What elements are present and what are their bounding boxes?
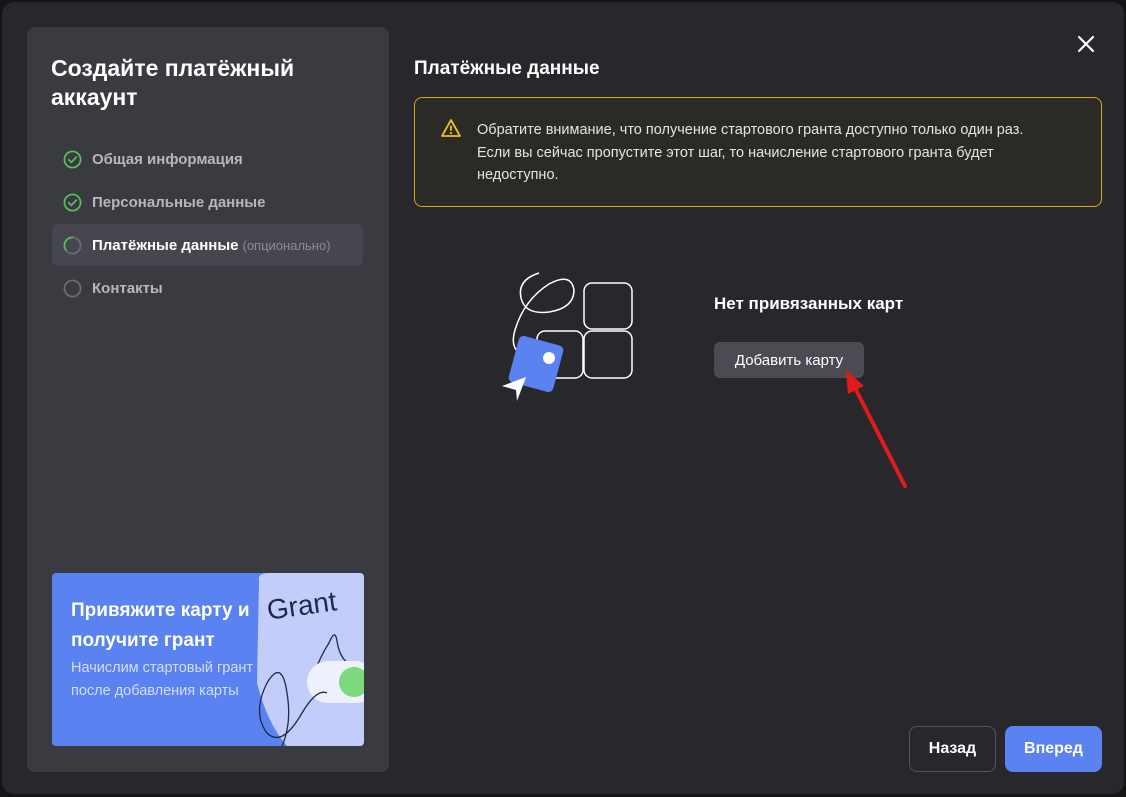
sidebar-title: Создайте платёжный аккаунт: [51, 55, 295, 110]
empty-circle-icon: [63, 279, 82, 297]
red-arrow-annotation: [846, 370, 907, 488]
progress-circle-icon: [63, 236, 82, 254]
step-label: Платёжные данные: [92, 236, 239, 254]
step-general-info[interactable]: Общая информация: [52, 138, 363, 180]
close-icon[interactable]: [1074, 32, 1098, 56]
back-button[interactable]: Назад: [909, 726, 996, 772]
section-title: Платёжные данные: [414, 58, 600, 79]
step-payment-data[interactable]: Платёжные данные (опционально): [52, 224, 363, 266]
step-personal-data[interactable]: Персональные данные: [52, 181, 363, 223]
check-circle-icon: [63, 150, 82, 168]
step-label: Общая информация: [92, 150, 243, 168]
no-cards-title: Нет привязанных карт: [714, 294, 904, 313]
grant-warning-alert: Обратите внимание, что получение стартов…: [414, 97, 1102, 207]
step-label: Персональные данные: [92, 193, 266, 211]
alert-text: Обратите внимание, что получение стартов…: [477, 122, 1024, 183]
warning-icon: [441, 119, 461, 137]
promo-title: Привяжите карту и получите грант: [71, 600, 250, 651]
create-payment-account-dialog: Создайте платёжный аккаунт Общая информа…: [2, 2, 1124, 794]
sidebar: Создайте платёжный аккаунт Общая информа…: [27, 27, 389, 772]
cards-illustration: [502, 272, 633, 401]
step-optional-note: (опционально): [242, 237, 331, 253]
next-button[interactable]: Вперед: [1005, 726, 1102, 772]
step-label: Контакты: [92, 279, 163, 297]
promo-text: Начислим стартовый грант после добавлени…: [71, 660, 254, 699]
step-contacts[interactable]: Контакты: [52, 267, 363, 309]
grant-promo-banner: Привяжите карту и получите грант Начисли…: [52, 573, 364, 746]
check-circle-icon: [63, 193, 82, 211]
steps-list: Общая информация Персональные данные Пла…: [52, 138, 363, 310]
